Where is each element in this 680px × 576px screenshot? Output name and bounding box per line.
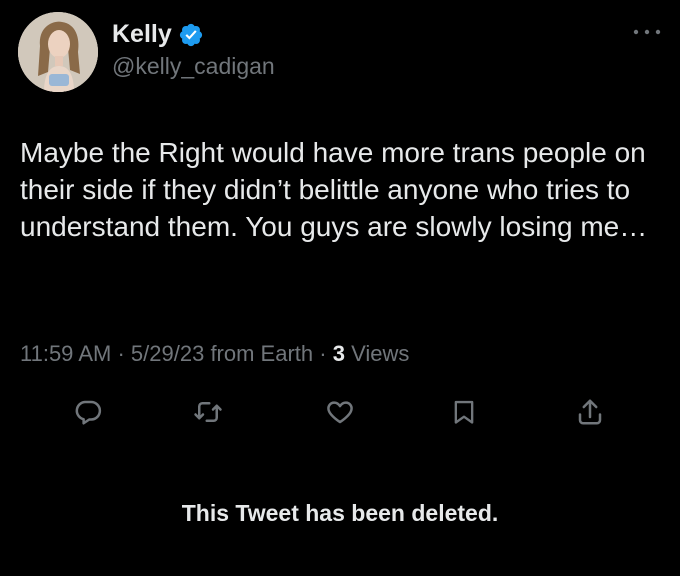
views-label[interactable]: Views — [351, 341, 409, 366]
avatar[interactable] — [18, 12, 98, 92]
profile-photo-icon — [18, 12, 98, 92]
verified-badge-icon — [178, 22, 204, 48]
share-icon[interactable] — [570, 392, 610, 432]
bookmark-icon[interactable] — [444, 392, 484, 432]
meta-separator: · — [117, 341, 125, 366]
author-name[interactable]: Kelly — [112, 20, 172, 49]
author-handle[interactable]: @kelly_cadigan — [112, 53, 275, 80]
tweet-text: Maybe the Right would have more trans pe… — [20, 137, 648, 242]
action-bar — [0, 392, 680, 432]
like-icon[interactable] — [320, 392, 360, 432]
retweet-icon[interactable] — [188, 392, 228, 432]
views-count[interactable]: 3 — [333, 341, 345, 366]
reply-icon[interactable] — [68, 392, 108, 432]
author-name-row: Kelly — [112, 20, 204, 49]
tweet-source: from Earth — [210, 341, 314, 366]
tweet-time[interactable]: 11:59 AM — [20, 341, 111, 366]
tweet-date[interactable]: 5/29/23 — [131, 341, 204, 366]
more-options-icon[interactable] — [630, 22, 664, 42]
tweet-meta: 11:59 AM · 5/29/23 from Earth · 3 Views — [20, 341, 409, 367]
deleted-notice: This Tweet has been deleted. — [181, 500, 499, 526]
meta-separator: · — [319, 341, 327, 366]
